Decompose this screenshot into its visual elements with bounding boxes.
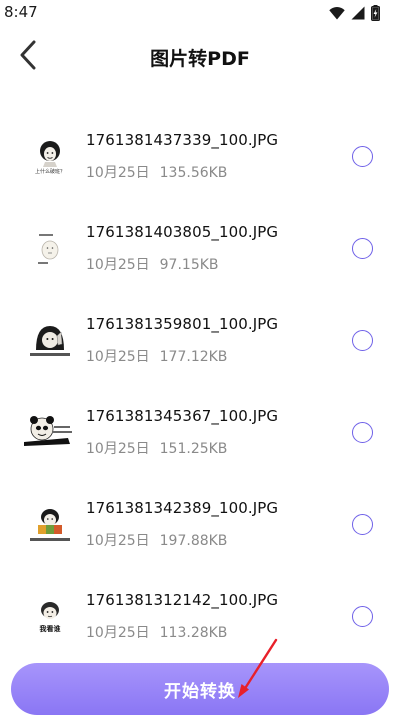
file-name: 1761381359801_100.JPG [86, 315, 279, 333]
file-list-item[interactable]: 1761381359801_100.JPG 10月25日 177.12KB [0, 294, 400, 386]
file-meta: 10月25日 97.15KB [86, 254, 219, 274]
file-meta: 10月25日 135.56KB [86, 162, 227, 182]
file-meta: 10月25日 113.28KB [86, 622, 227, 642]
meme-thumbnail-image [24, 412, 76, 456]
meme-thumbnail-image [24, 504, 76, 548]
status-bar: 8:47 [0, 0, 400, 26]
meme-thumbnail-image: 我看谁 [24, 596, 76, 640]
meme-thumbnail-image [24, 228, 76, 272]
select-radio[interactable] [352, 606, 373, 627]
status-icons [329, 4, 380, 22]
select-radio[interactable] [352, 514, 373, 535]
wifi-icon [329, 6, 345, 20]
thumbnail-caption: 上什么破班？ [35, 168, 65, 175]
file-name: 1761381403805_100.JPG [86, 223, 279, 241]
file-thumbnail: 我看谁 [24, 596, 76, 640]
file-list-item[interactable]: 上什么破班？ 1761381437339_100.JPG 10月25日 135.5… [0, 110, 400, 202]
file-date: 10月25日 [86, 349, 150, 365]
meme-thumbnail-image: 上什么破班？ [24, 136, 76, 180]
file-date: 10月25日 [86, 625, 150, 641]
file-date: 10月25日 [86, 257, 150, 273]
file-size: 97.15KB [159, 257, 219, 273]
screen: 8:47 图片转PDF 上什么破班？ 1761381437339_100.JPG… [0, 0, 400, 727]
file-thumbnail [24, 412, 76, 456]
file-meta: 10月25日 197.88KB [86, 530, 227, 550]
start-convert-button[interactable]: 开始转换 [11, 663, 389, 715]
file-name: 1761381437339_100.JPG [86, 131, 279, 149]
file-list-item[interactable]: 1761381342389_100.JPG 10月25日 197.88KB [0, 478, 400, 570]
page-title: 图片转PDF [150, 48, 250, 70]
file-size: 135.56KB [159, 165, 228, 181]
file-date: 10月25日 [86, 533, 150, 549]
thumbnail-caption: 我看谁 [40, 624, 61, 633]
file-list-item[interactable]: 1761381345367_100.JPG 10月25日 151.25KB [0, 386, 400, 478]
file-size: 113.28KB [159, 625, 228, 641]
file-thumbnail [24, 504, 76, 548]
file-name: 1761381342389_100.JPG [86, 499, 279, 517]
meme-thumbnail-image [24, 320, 76, 364]
file-meta: 10月25日 151.25KB [86, 438, 227, 458]
app-header: 图片转PDF [0, 36, 400, 78]
battery-charging-icon [371, 5, 380, 21]
file-thumbnail: 上什么破班？ [24, 136, 76, 180]
select-radio[interactable] [352, 238, 373, 259]
file-name: 1761381312142_100.JPG [86, 591, 279, 609]
select-radio[interactable] [352, 330, 373, 351]
file-thumbnail [24, 228, 76, 272]
file-size: 177.12KB [159, 349, 228, 365]
file-list-item[interactable]: 1761381403805_100.JPG 10月25日 97.15KB [0, 202, 400, 294]
select-radio[interactable] [352, 422, 373, 443]
file-size: 151.25KB [159, 441, 228, 457]
select-radio[interactable] [352, 146, 373, 167]
file-name: 1761381345367_100.JPG [86, 407, 279, 425]
status-time: 8:47 [4, 3, 38, 21]
file-date: 10月25日 [86, 165, 150, 181]
start-convert-label: 开始转换 [164, 681, 236, 702]
file-meta: 10月25日 177.12KB [86, 346, 227, 366]
file-date: 10月25日 [86, 441, 150, 457]
file-list-item[interactable]: 我看谁 1761381312142_100.JPG 10月25日 113.28KB [0, 570, 400, 662]
file-size: 197.88KB [159, 533, 228, 549]
cellular-signal-icon [351, 6, 365, 20]
file-thumbnail [24, 320, 76, 364]
